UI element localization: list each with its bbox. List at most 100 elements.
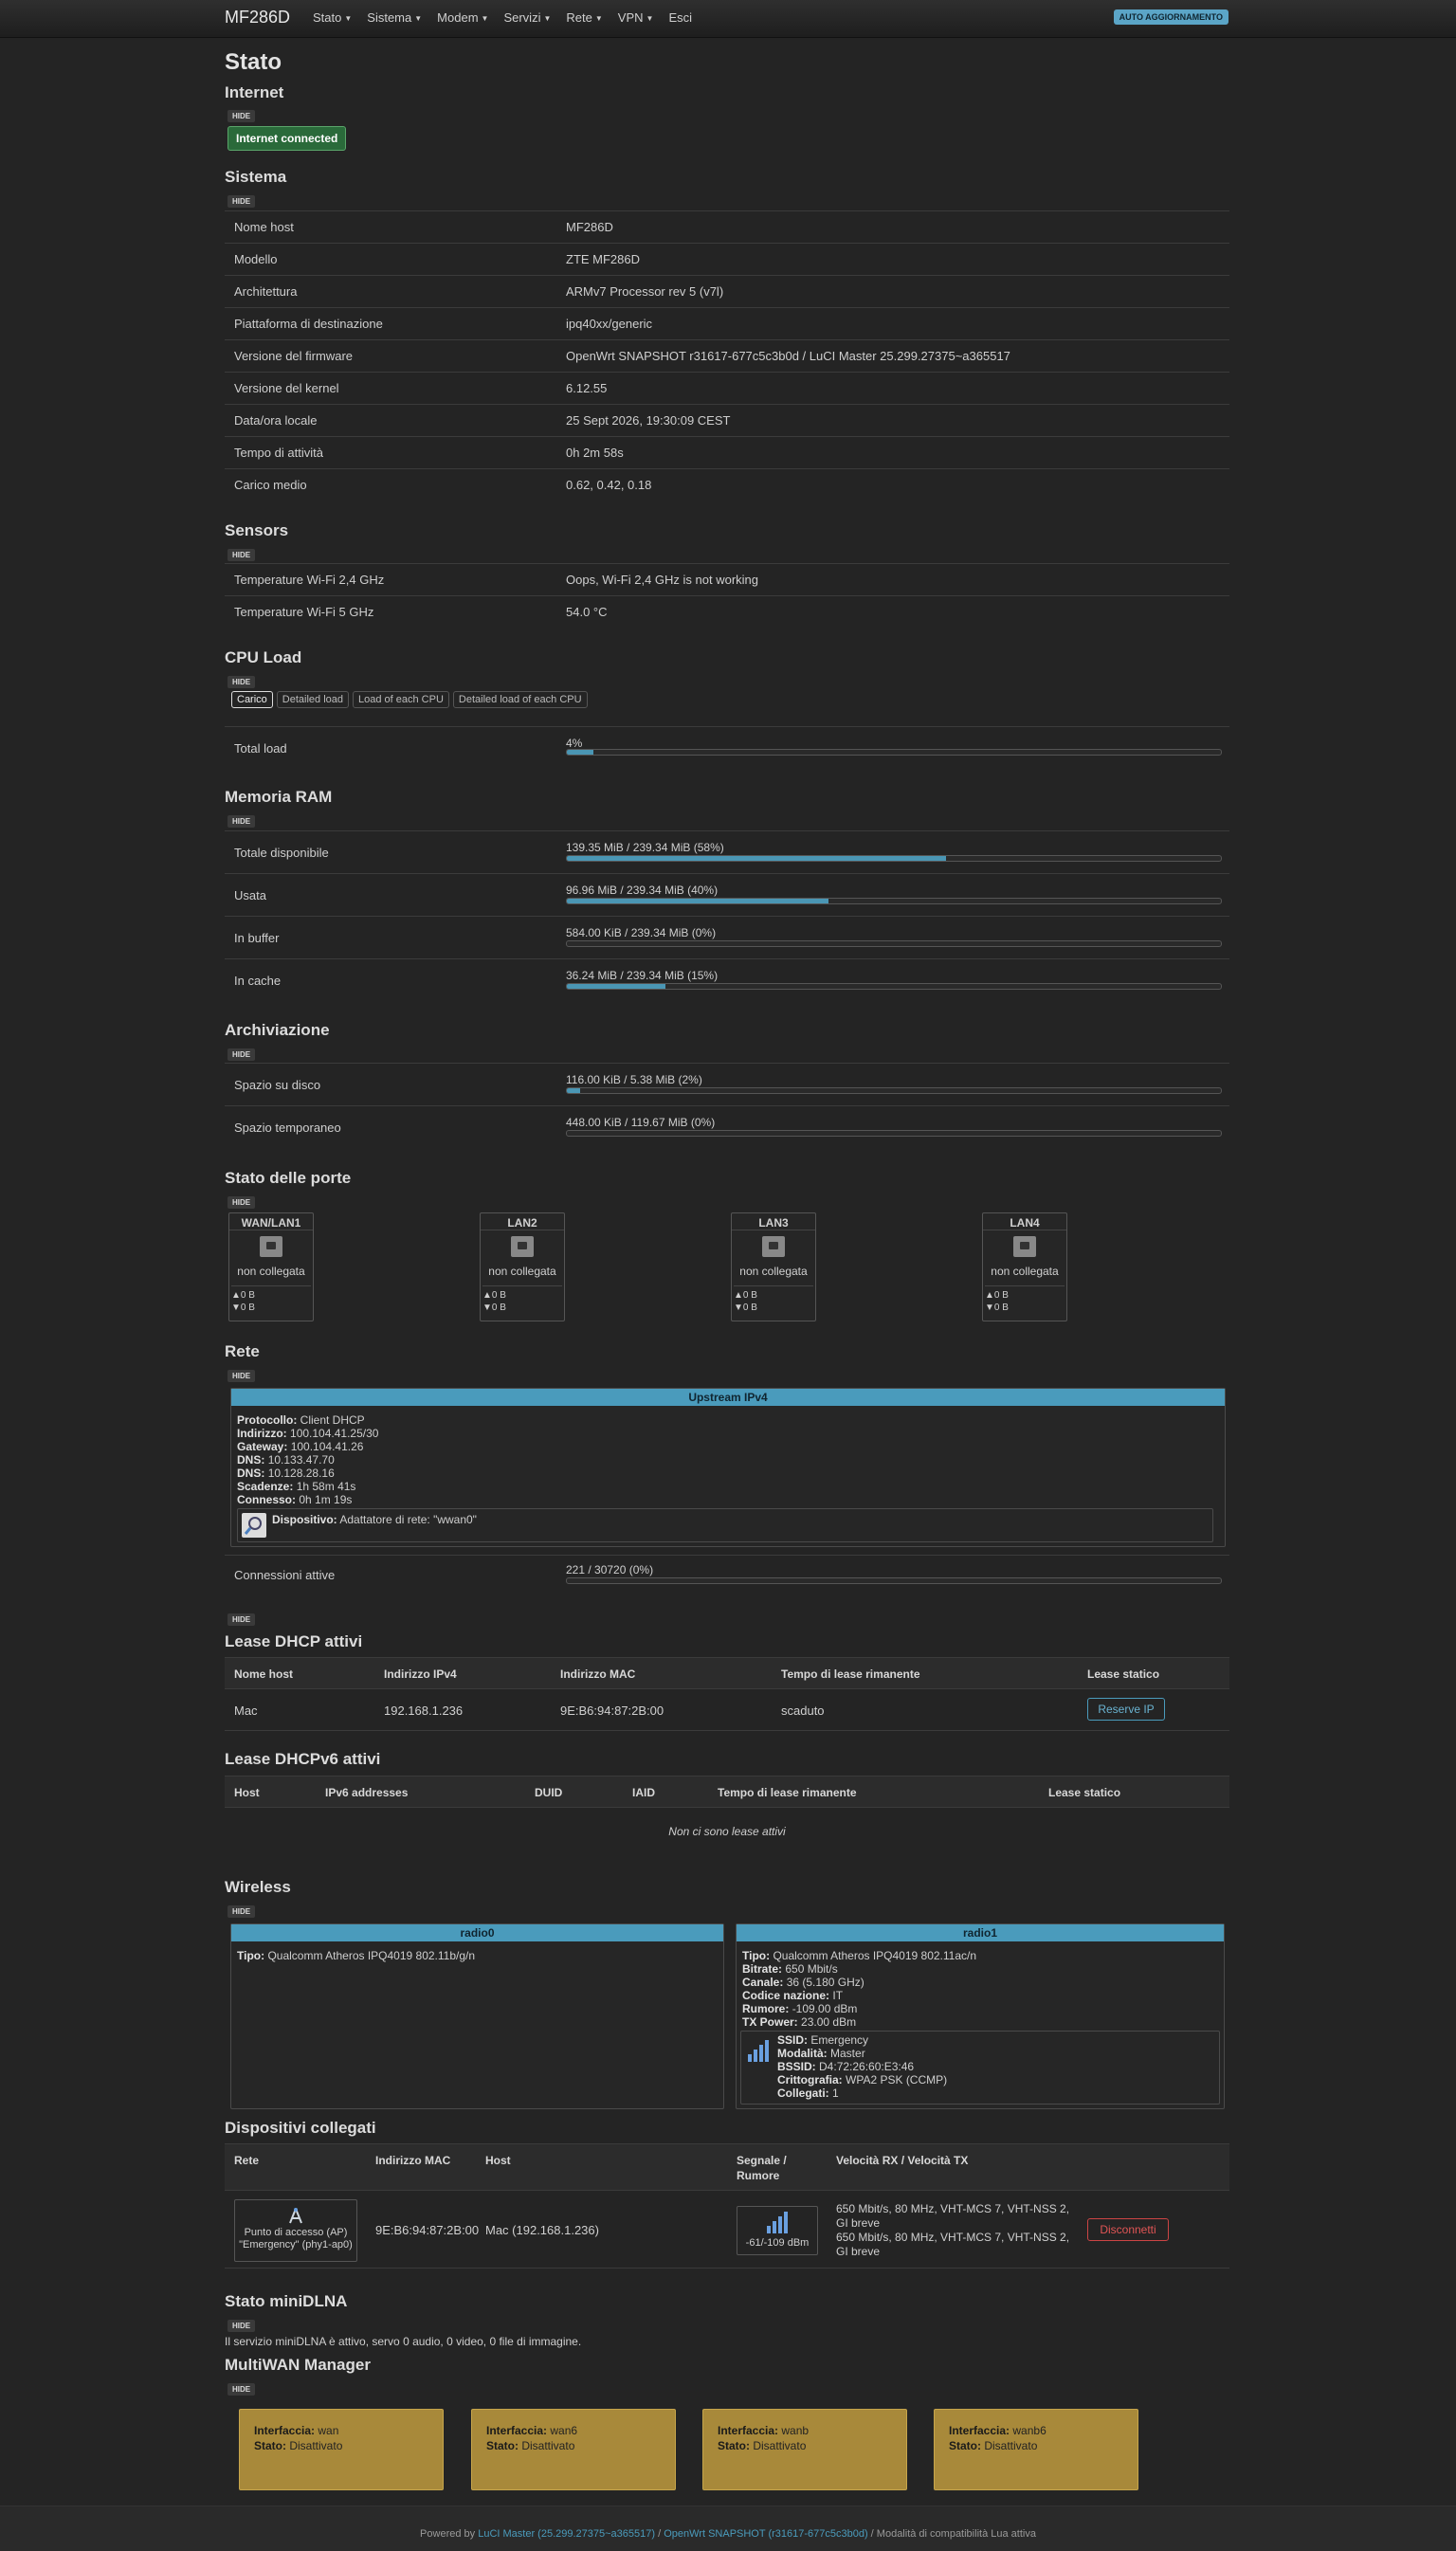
info-key: Rumore: (742, 2002, 790, 2015)
col-header: Host (234, 1786, 260, 1799)
info-key: Canale: (742, 1976, 784, 1989)
openwrt-link[interactable]: OpenWrt SNAPSHOT (r31617-677c5c3b0d) (664, 2528, 867, 2540)
info-value: 10.128.28.16 (267, 1467, 335, 1480)
port-name: WAN/LAN1 (229, 1213, 313, 1230)
section-title-rete: Rete (225, 1342, 260, 1360)
row-label: Versione del firmware (234, 349, 353, 363)
progress-row: Spazio temporaneo 448.00 KiB / 119.67 MiB… (225, 1105, 1229, 1148)
hide-button[interactable]: HIDE (228, 195, 256, 208)
info-value: Qualcomm Atheros IPQ4019 802.11ac/n (773, 1949, 977, 1962)
col-header: IPv6 addresses (325, 1786, 409, 1799)
table-row: Versione del firmware OpenWrt SNAPSHOT r3… (225, 339, 1229, 372)
luci-link[interactable]: LuCI Master (25.299.27375~a365517) (478, 2528, 655, 2540)
rate-info: 650 Mbit/s, 80 MHz, VHT-MCS 7, VHT-NSS 2… (836, 2202, 1069, 2259)
row-label: Connessioni attive (234, 1568, 336, 1582)
port-status: non collegata (991, 1265, 1059, 1278)
row-label: Versione del kernel (234, 381, 339, 395)
reserve-ip-button[interactable]: Reserve IP (1087, 1698, 1165, 1721)
menu-vpn[interactable]: VPN ▼ (618, 10, 654, 25)
menu-esci[interactable]: Esci (668, 10, 692, 25)
info-key: Interfaccia: (254, 2424, 316, 2437)
port-status: non collegata (739, 1265, 808, 1278)
row-value: 0.62, 0.42, 0.18 (566, 478, 652, 492)
hide-button[interactable]: HIDE (228, 815, 256, 828)
info-line: Indirizzo: 100.104.41.25/30 (237, 1427, 378, 1440)
info-line: Canale: 36 (5.180 GHz) (742, 1976, 976, 1989)
info-value: Disattivato (289, 2439, 343, 2452)
table-row: Temperature Wi-Fi 2,4 GHz Oops, Wi-Fi 2,4… (225, 563, 1229, 595)
row-value: OpenWrt SNAPSHOT r31617-677c5c3b0d / LuC… (566, 349, 1010, 363)
hide-button[interactable]: HIDE (228, 549, 256, 561)
radio0-panel: radio0 Tipo: Qualcomm Atheros IPQ4019 80… (230, 1923, 724, 2109)
tx-rate: 650 Mbit/s, 80 MHz, VHT-MCS 7, VHT-NSS 2… (836, 2231, 1070, 2244)
menu-rete[interactable]: Rete ▼ (566, 10, 602, 25)
info-line: Connesso: 0h 1m 19s (237, 1493, 378, 1506)
col-header: Tempo di lease rimanente (718, 1786, 857, 1799)
upstream-info: Protocollo: Client DHCP Indirizzo: 100.10… (237, 1413, 378, 1506)
row-value: ipq40xx/generic (566, 317, 653, 331)
hide-button[interactable]: HIDE (228, 1048, 256, 1061)
auto-refresh-toggle[interactable]: AUTO AGGIORNAMENTO (1113, 9, 1228, 25)
mwan-interface-line: Interfaccia: wan6 (486, 2423, 661, 2438)
rx-gi: GI breve (836, 2216, 881, 2230)
ssid-box: SSID: Emergency Modalità: Master BSSID: D4… (740, 2031, 1220, 2105)
rx-rate: 650 Mbit/s, 80 MHz, VHT-MCS 7, VHT-NSS 2… (836, 2202, 1070, 2215)
hide-button[interactable]: HIDE (228, 676, 256, 688)
row-label: Spazio temporaneo (234, 1121, 341, 1135)
hide-button[interactable]: HIDE (228, 1905, 256, 1918)
info-value: wanb (781, 2424, 810, 2437)
section-title-cpu: CPU Load (225, 648, 302, 666)
ethernet-port-icon (511, 1236, 534, 1257)
section-title-ram: Memoria RAM (225, 788, 333, 806)
progress-fill (567, 1088, 580, 1093)
info-key: DNS: (237, 1467, 265, 1480)
section-title-dhcpv6: Lease DHCPv6 attivi (225, 1750, 381, 1768)
row-label: Carico medio (234, 478, 307, 492)
info-line: SSID: Emergency (777, 2033, 947, 2047)
brand-logo[interactable]: MF286D (225, 8, 290, 27)
port-rx: ▼0 B (482, 1303, 506, 1313)
assoc-table-header: Rete Indirizzo MAC Host Segnale / Rumore… (225, 2143, 1229, 2191)
ethernet-port-icon (260, 1236, 282, 1257)
device-value: Adattatore di rete: "wwan0" (339, 1513, 477, 1526)
row-label: Nome host (234, 220, 294, 234)
active-connections-row: Connessioni attive 221 / 30720 (0%) (225, 1555, 1229, 1596)
caret-down-icon: ▼ (594, 14, 603, 24)
tab-detailed-load-each-cpu[interactable]: Detailed load of each CPU (452, 691, 588, 708)
row-label: Spazio su disco (234, 1078, 321, 1092)
port-card: LAN3 non collegata ▲0 B ▼0 B (731, 1212, 816, 1321)
info-key: Bitrate: (742, 1962, 783, 1976)
ap-label: Punto di accesso (AP) (244, 2227, 348, 2238)
info-value: Disattivato (521, 2439, 575, 2452)
access-point-icon (286, 2206, 305, 2225)
tab-carico[interactable]: Carico (231, 691, 273, 708)
disconnect-button[interactable]: Disconnetti (1087, 2218, 1169, 2241)
info-value: D4:72:26:60:E3:46 (819, 2060, 915, 2073)
menu-sistema[interactable]: Sistema ▼ (367, 10, 422, 25)
tab-load-each-cpu[interactable]: Load of each CPU (353, 691, 449, 708)
progress-bar (566, 1087, 1222, 1094)
empty-message: Non ci sono lease attivi (668, 1825, 786, 1838)
hide-button[interactable]: HIDE (228, 110, 256, 122)
menu-stato[interactable]: Stato ▼ (313, 10, 352, 25)
info-line: Crittografia: WPA2 PSK (CCMP) (777, 2073, 947, 2086)
hide-button[interactable]: HIDE (228, 2383, 256, 2396)
hide-button[interactable]: HIDE (228, 1196, 256, 1209)
info-value: 10.133.47.70 (267, 1453, 335, 1467)
mwan-interface-card: Interfaccia: wan Stato: Disattivato (239, 2409, 444, 2490)
ap-network: "Emergency" (phy1-ap0) (239, 2239, 353, 2250)
info-value: wan6 (550, 2424, 578, 2437)
network-adapter-icon (242, 1513, 266, 1538)
hide-button[interactable]: HIDE (228, 2320, 256, 2332)
info-key: Crittografia: (777, 2073, 843, 2086)
signal-bars-icon (747, 2039, 770, 2065)
info-key: Protocollo: (237, 1413, 298, 1427)
hide-button[interactable]: HIDE (228, 1613, 256, 1626)
menu-servizi[interactable]: Servizi ▼ (503, 10, 551, 25)
footer-suffix: / Modalità di compatibilità Lua attiva (867, 2528, 1036, 2540)
hide-button[interactable]: HIDE (228, 1370, 256, 1382)
menu-modem[interactable]: Modem ▼ (437, 10, 488, 25)
tab-detailed-load[interactable]: Detailed load (276, 691, 350, 708)
info-key: DNS: (237, 1453, 265, 1467)
caret-down-icon: ▼ (344, 14, 353, 24)
